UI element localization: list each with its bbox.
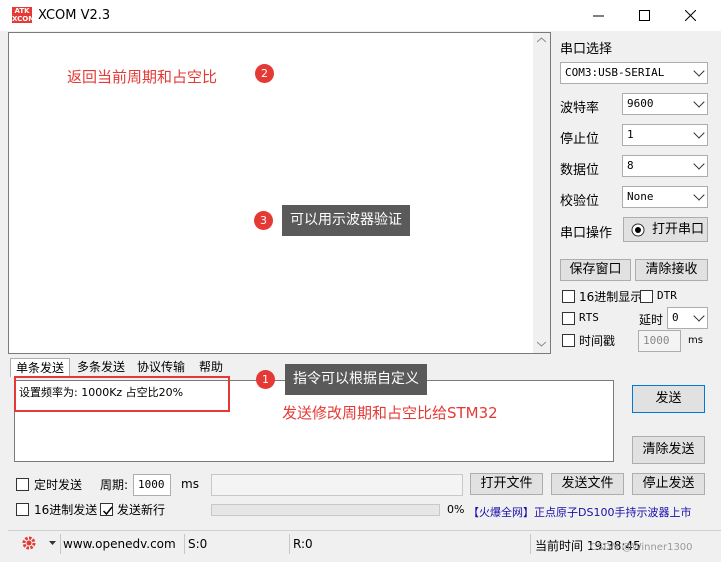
minimize-icon bbox=[592, 15, 604, 17]
progress-text: 0% bbox=[447, 503, 465, 516]
scope-tip: 可以用示波器验证 bbox=[282, 205, 410, 236]
clear-receive-button[interactable]: 清除接收 bbox=[635, 259, 708, 281]
highlight-box bbox=[14, 376, 230, 412]
maximize-icon bbox=[638, 10, 650, 21]
tab-protocol[interactable]: 协议传输 bbox=[132, 358, 190, 377]
chevron-down-icon bbox=[693, 189, 705, 201]
hex-send-label: 16进制发送 bbox=[34, 503, 98, 517]
period-label: 周期: bbox=[100, 478, 129, 492]
data-bits-select[interactable]: 8 bbox=[622, 155, 708, 177]
dropdown-arrow-icon[interactable] bbox=[49, 541, 56, 546]
new-line-label: 发送新行 bbox=[117, 503, 166, 517]
baud-select[interactable]: 9600 bbox=[622, 93, 708, 115]
send-annotation: 发送修改周期和占空比给STM32 bbox=[282, 404, 498, 422]
xcom-logo: ATK XCOM bbox=[12, 7, 36, 23]
website-url[interactable]: www.openedv.com bbox=[63, 537, 176, 551]
dtr-label: DTR bbox=[657, 289, 677, 302]
baud-label: 波特率 bbox=[560, 101, 600, 116]
tab-single-send[interactable]: 单条发送 bbox=[10, 358, 70, 377]
chevron-down-icon bbox=[693, 65, 705, 77]
send-file-button[interactable]: 发送文件 bbox=[551, 473, 624, 495]
maximize-button[interactable] bbox=[621, 0, 667, 31]
timestamp-ms-input[interactable]: 1000 bbox=[638, 330, 681, 352]
hex-send-checkbox[interactable] bbox=[16, 503, 29, 516]
rts-label: RTS bbox=[579, 311, 599, 324]
tab-multi-send[interactable]: 多条发送 bbox=[71, 358, 131, 377]
stop-bits-label: 停止位 bbox=[560, 132, 600, 147]
port-op-label: 串口操作 bbox=[560, 226, 613, 241]
close-button[interactable] bbox=[667, 0, 713, 31]
badge-3: 3 bbox=[254, 211, 273, 230]
scroll-up-icon bbox=[537, 37, 546, 43]
send-progress-bar bbox=[211, 504, 440, 516]
timestamp-label: 时间戳 bbox=[579, 334, 616, 348]
badge-1: 1 bbox=[256, 370, 275, 389]
data-bits-value: 8 bbox=[627, 159, 634, 172]
delay-select[interactable]: 0 bbox=[667, 307, 708, 329]
port-section-label: 串口选择 bbox=[560, 42, 613, 57]
sent-count: S:0 bbox=[188, 537, 208, 551]
baud-value: 9600 bbox=[627, 97, 654, 110]
chevron-down-icon bbox=[693, 158, 705, 170]
port-value: COM3:USB-SERIAL bbox=[565, 66, 665, 79]
dtr-checkbox[interactable] bbox=[640, 290, 653, 303]
checkmark-icon bbox=[102, 506, 113, 516]
hex-display-checkbox[interactable] bbox=[562, 290, 575, 303]
rts-checkbox[interactable] bbox=[562, 312, 575, 325]
parity-value: None bbox=[627, 190, 654, 203]
clear-send-button[interactable]: 清除发送 bbox=[632, 436, 705, 464]
gear-icon[interactable] bbox=[21, 535, 37, 551]
close-icon bbox=[684, 10, 696, 21]
received-count: R:0 bbox=[293, 537, 313, 551]
open-port-button[interactable]: 打开串口 bbox=[623, 217, 708, 242]
tab-help[interactable]: 帮助 bbox=[191, 358, 231, 377]
timed-send-label: 定时发送 bbox=[34, 478, 83, 492]
chevron-down-icon bbox=[693, 96, 705, 108]
parity-label: 校验位 bbox=[560, 194, 600, 209]
receive-scrollbar[interactable] bbox=[533, 33, 550, 353]
minimize-button[interactable] bbox=[575, 0, 621, 31]
chevron-down-icon bbox=[693, 127, 705, 139]
scroll-down-icon bbox=[537, 341, 546, 347]
window-title: XCOM V2.3 bbox=[38, 8, 111, 23]
open-file-button[interactable]: 打开文件 bbox=[470, 473, 543, 495]
radio-icon bbox=[631, 223, 645, 237]
send-button[interactable]: 发送 bbox=[632, 385, 705, 413]
receive-annotation: 返回当前周期和占空比 bbox=[67, 68, 218, 86]
custom-command-tip: 指令可以根据自定义 bbox=[285, 364, 427, 395]
open-port-label: 打开串口 bbox=[652, 222, 705, 237]
data-bits-label: 数据位 bbox=[560, 163, 600, 178]
status-separator bbox=[60, 534, 61, 554]
delay-value: 0 bbox=[672, 311, 679, 324]
timestamp-checkbox[interactable] bbox=[562, 334, 575, 347]
hex-display-label: 16进制显示 bbox=[579, 290, 643, 304]
delay-label: 延时 bbox=[639, 313, 664, 327]
port-select[interactable]: COM3:USB-SERIAL bbox=[560, 62, 708, 84]
parity-select[interactable]: None bbox=[622, 186, 708, 208]
status-separator bbox=[184, 534, 185, 554]
stop-send-button[interactable]: 停止发送 bbox=[632, 473, 705, 495]
period-unit: ms bbox=[181, 477, 199, 491]
timestamp-unit: ms bbox=[688, 335, 703, 346]
status-separator bbox=[289, 534, 290, 554]
watermark: CSDN @Winner1300 bbox=[590, 542, 693, 553]
ad-link[interactable]: 【火爆全网】正点原子DS100手持示波器上市 bbox=[468, 504, 691, 520]
period-input[interactable]: 1000 bbox=[133, 474, 171, 496]
status-separator bbox=[530, 534, 531, 554]
title-bar: ATK XCOM XCOM V2.3 bbox=[0, 0, 721, 31]
chevron-down-icon bbox=[693, 310, 705, 322]
status-bar: www.openedv.com S:0 R:0 当前时间 19:38:45 CS… bbox=[8, 530, 721, 556]
new-line-checkbox[interactable] bbox=[100, 503, 113, 516]
badge-2: 2 bbox=[255, 64, 274, 83]
save-window-button[interactable]: 保存窗口 bbox=[560, 259, 631, 281]
stop-bits-value: 1 bbox=[627, 128, 634, 141]
file-path-input[interactable] bbox=[211, 474, 463, 496]
timed-send-checkbox[interactable] bbox=[16, 478, 29, 491]
stop-bits-select[interactable]: 1 bbox=[622, 124, 708, 146]
